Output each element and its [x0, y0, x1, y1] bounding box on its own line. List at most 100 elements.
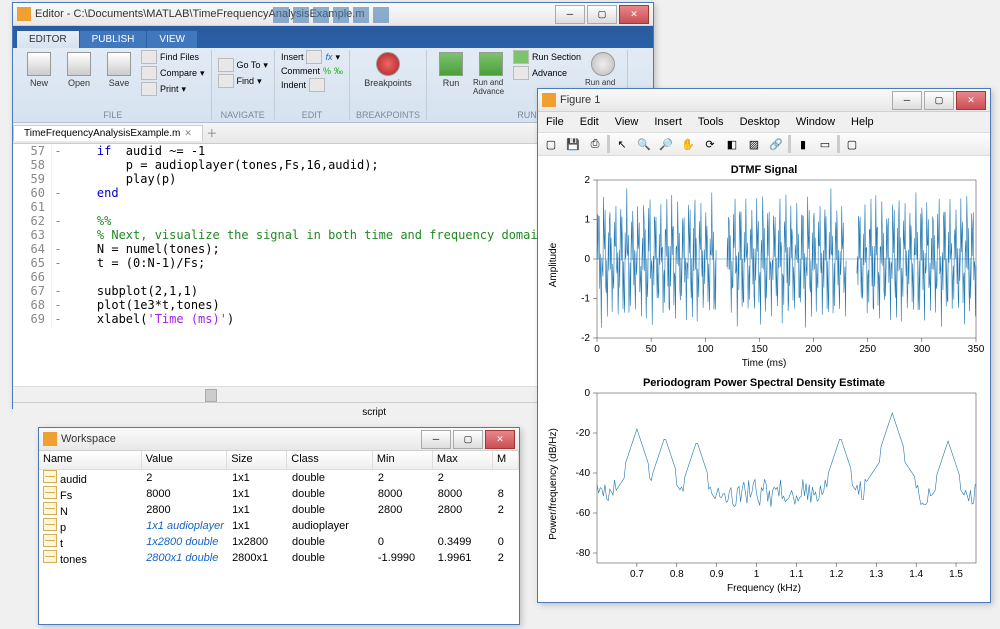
fig-minimize-button[interactable]: ─	[892, 91, 922, 110]
menu-tools[interactable]: Tools	[690, 116, 732, 128]
ws-minimize-button[interactable]: ─	[421, 430, 451, 449]
tool-datatip[interactable]: ◧	[722, 134, 742, 154]
workspace-body: audid21x1double22Fs80001x1double80008000…	[39, 470, 519, 566]
ws-header-min[interactable]: Min	[373, 451, 433, 469]
tool-link[interactable]: 🔗	[766, 134, 786, 154]
ribgroup-navigate: Go To ▾ Find ▾ NAVIGATE	[212, 50, 275, 120]
add-tab-button[interactable]: ＋	[203, 125, 221, 141]
search-icon	[218, 74, 234, 88]
tool-zoomout[interactable]: 🔎	[656, 134, 676, 154]
tool-arrow[interactable]: ↖	[612, 134, 632, 154]
new-button[interactable]: New	[21, 50, 57, 88]
tool-box[interactable]: ▢	[842, 134, 862, 154]
tool-colorbar[interactable]: ▮	[793, 134, 813, 154]
ws-close-button[interactable]: ✕	[485, 430, 515, 449]
findfiles-button[interactable]: Find Files	[141, 50, 205, 64]
tool-brush[interactable]: ▨	[744, 134, 764, 154]
run-button[interactable]: Run	[433, 50, 469, 88]
indent-button[interactable]: Indent	[281, 78, 343, 92]
goto-icon	[218, 58, 234, 72]
plot-dtmf: DTMF SignalTime (ms)Amplitude05010015020…	[542, 160, 986, 370]
menu-window[interactable]: Window	[788, 116, 843, 128]
tool-new[interactable]: ▢	[541, 134, 561, 154]
figure-titlebar: Figure 1 ─ ▢ ✕	[538, 89, 990, 112]
ws-header-name[interactable]: Name	[39, 451, 142, 469]
menu-view[interactable]: View	[607, 116, 647, 128]
tool-print[interactable]: ⎙	[585, 134, 605, 154]
qat-btn[interactable]	[293, 7, 309, 23]
find-button[interactable]: Find ▾	[218, 74, 268, 88]
editor-close-button[interactable]: ✕	[619, 5, 649, 24]
plot-area: DTMF SignalTime (ms)Amplitude05010015020…	[538, 156, 990, 602]
tool-legend[interactable]: ▭	[815, 134, 835, 154]
breakpoints-button[interactable]: Breakpoints	[370, 50, 406, 88]
print-icon	[141, 82, 157, 96]
fig-maximize-button[interactable]: ▢	[924, 91, 954, 110]
var-icon	[43, 518, 57, 531]
compare-button[interactable]: Compare ▾	[141, 66, 205, 80]
ws-maximize-button[interactable]: ▢	[453, 430, 483, 449]
qat-btn[interactable]	[353, 7, 369, 23]
menu-edit[interactable]: Edit	[572, 116, 607, 128]
figure-toolbar: ▢💾⎙↖🔍🔎✋⟳◧▨🔗▮▭▢	[538, 133, 990, 156]
file-tab[interactable]: TimeFrequencyAnalysisExample.m✕	[13, 125, 203, 141]
svg-text:2: 2	[584, 175, 590, 186]
fig-close-button[interactable]: ✕	[956, 91, 986, 110]
svg-text:-40: -40	[576, 468, 591, 479]
svg-text:1.1: 1.1	[790, 569, 804, 580]
ws-row[interactable]: Fs80001x1double800080008	[39, 486, 519, 502]
close-tab-icon[interactable]: ✕	[184, 128, 192, 139]
svg-text:50: 50	[646, 344, 658, 355]
qat-btn[interactable]	[333, 7, 349, 23]
menu-file[interactable]: File	[538, 116, 572, 128]
run-advance-button[interactable]: Run and Advance	[473, 50, 509, 96]
menu-help[interactable]: Help	[843, 116, 882, 128]
ribgroup-edit: Insert fx ▾ Comment % ‰ Indent EDIT	[275, 50, 350, 120]
ws-row[interactable]: N28001x1double280028002	[39, 502, 519, 518]
advance-icon	[513, 66, 529, 80]
ws-row[interactable]: audid21x1double22	[39, 470, 519, 486]
tool-rotate[interactable]: ⟳	[700, 134, 720, 154]
var-icon	[43, 486, 57, 499]
goto-button[interactable]: Go To ▾	[218, 58, 268, 72]
comment-button[interactable]: Comment % ‰	[281, 66, 343, 76]
svg-text:0: 0	[584, 388, 590, 399]
ws-header-max[interactable]: Max	[433, 451, 493, 469]
tool-zoomin[interactable]: 🔍	[634, 134, 654, 154]
print-button[interactable]: Print ▾	[141, 82, 205, 96]
ws-row[interactable]: p1x1 audioplayer1x1audioplayer	[39, 518, 519, 534]
tool-pan[interactable]: ✋	[678, 134, 698, 154]
ribbon-tab-view[interactable]: VIEW	[147, 31, 197, 48]
find-icon	[141, 50, 157, 64]
menu-insert[interactable]: Insert	[646, 116, 690, 128]
qat-btn[interactable]	[313, 7, 329, 23]
editor-minimize-button[interactable]: ─	[555, 5, 585, 24]
ws-header-size[interactable]: Size	[227, 451, 287, 469]
svg-text:350: 350	[968, 344, 985, 355]
insert-icon	[306, 50, 322, 64]
runsection-button[interactable]: Run Section	[513, 50, 581, 64]
ws-header-value[interactable]: Value	[142, 451, 228, 469]
open-button[interactable]: Open	[61, 50, 97, 88]
ws-row[interactable]: t1x2800 double1x2800double00.34990	[39, 534, 519, 550]
ws-row[interactable]: tones2800x1 double2800x1double-1.99901.9…	[39, 550, 519, 566]
ws-header-m[interactable]: M	[493, 451, 519, 469]
insert-button[interactable]: Insert fx ▾	[281, 50, 343, 64]
ribgroup-breakpoints: Breakpoints BREAKPOINTS	[350, 50, 427, 120]
ribbon-tab-editor[interactable]: EDITOR	[17, 31, 79, 48]
workspace-headers[interactable]: NameValueSizeClassMinMaxM	[39, 451, 519, 470]
runsection-icon	[513, 50, 529, 64]
qat-btn[interactable]	[273, 7, 289, 23]
tool-save[interactable]: 💾	[563, 134, 583, 154]
save-button[interactable]: Save	[101, 50, 137, 88]
var-icon	[43, 502, 57, 515]
svg-text:-60: -60	[576, 508, 591, 519]
qat-btn[interactable]	[373, 7, 389, 23]
advance-button[interactable]: Advance	[513, 66, 581, 80]
workspace-titlebar: Workspace ─ ▢ ✕	[39, 428, 519, 451]
workspace-icon	[43, 432, 57, 446]
ribbon-tab-publish[interactable]: PUBLISH	[80, 31, 147, 48]
menu-desktop[interactable]: Desktop	[732, 116, 788, 128]
editor-maximize-button[interactable]: ▢	[587, 5, 617, 24]
ws-header-class[interactable]: Class	[287, 451, 373, 469]
